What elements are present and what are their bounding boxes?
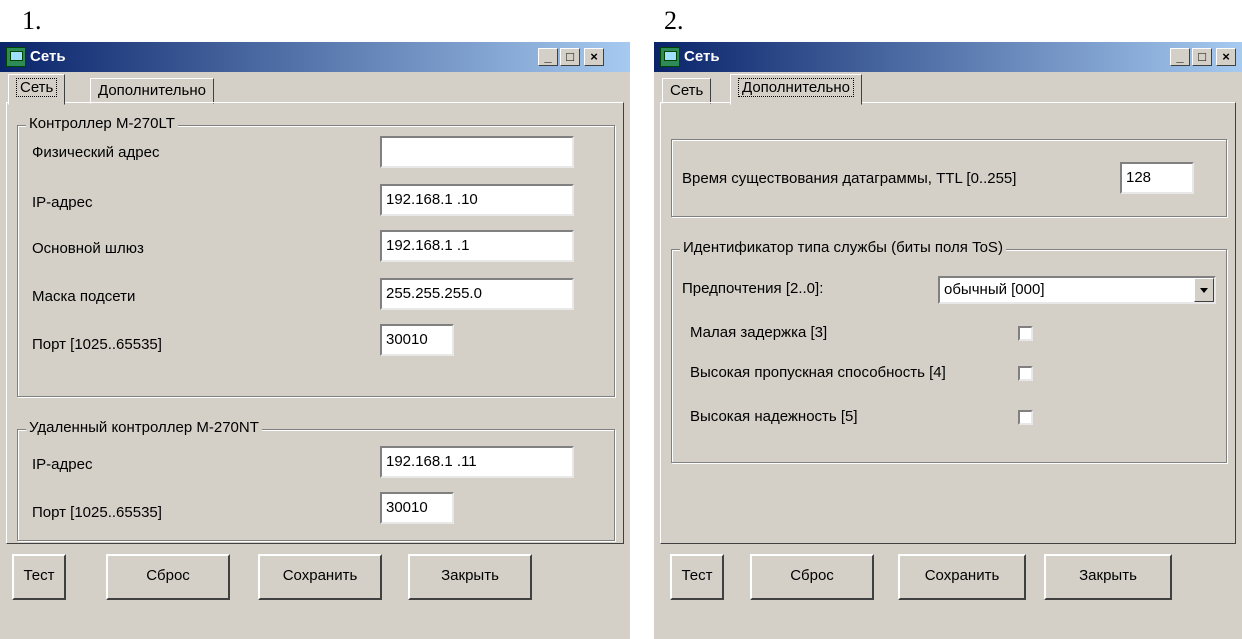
- tab-network[interactable]: Сеть: [8, 74, 66, 105]
- tab-label: Сеть: [670, 82, 704, 99]
- ttl-group: Время существования датаграммы, TTL [0..…: [671, 139, 1227, 217]
- tab-label: Дополнительно: [98, 82, 206, 99]
- tab-page-advanced: Время существования датаграммы, TTL [0..…: [660, 102, 1236, 544]
- low-delay-label: Малая задержка [3]: [690, 324, 828, 341]
- high-throughput-checkbox[interactable]: [1018, 366, 1033, 381]
- gateway-label: Основной шлюз: [32, 240, 144, 257]
- precedence-value: обычный [000]: [944, 281, 1045, 298]
- mac-address-field[interactable]: [380, 136, 574, 168]
- tab-network[interactable]: Сеть: [662, 78, 712, 104]
- group-title: Удаленный контроллер М-270NT: [26, 419, 262, 436]
- network-app-icon: [660, 47, 680, 67]
- mac-address-label: Физический адрес: [32, 144, 160, 161]
- test-button[interactable]: Тест: [12, 554, 66, 600]
- tab-label: Дополнительно: [738, 78, 854, 97]
- network-window-2: Сеть _ □ × Сеть Дополнительно Время суще…: [654, 42, 1242, 639]
- close-button[interactable]: Закрыть: [1044, 554, 1172, 600]
- remote-ip-address-label: IP-адрес: [32, 456, 93, 473]
- reset-button[interactable]: Сброс: [750, 554, 874, 600]
- save-button[interactable]: Сохранить: [258, 554, 382, 600]
- network-window-1: Сеть _ □ × Сеть Дополнительно Контроллер…: [0, 42, 630, 639]
- network-app-icon: [6, 47, 26, 67]
- tos-group: Идентификатор типа службы (биты поля ToS…: [671, 239, 1227, 463]
- remote-controller-group: Удаленный контроллер М-270NT IP-адрес 19…: [17, 419, 615, 541]
- window-title: Сеть: [30, 48, 66, 65]
- panel-label-1: 1.: [22, 6, 42, 35]
- group-title: Контроллер М-270LT: [26, 115, 178, 132]
- group-title: Идентификатор типа службы (биты поля ToS…: [680, 239, 1006, 256]
- remote-port-field[interactable]: 30010: [380, 492, 454, 524]
- title-bar[interactable]: Сеть _ □ ×: [654, 42, 1242, 72]
- tab-page-network: Контроллер М-270LT Физический адрес IP-а…: [6, 102, 624, 544]
- ip-address-field[interactable]: 192.168.1 .10: [380, 184, 574, 216]
- low-delay-checkbox[interactable]: [1018, 326, 1033, 341]
- precedence-label: Предпочтения [2..0]:: [682, 280, 824, 297]
- port-field[interactable]: 30010: [380, 324, 454, 356]
- subnet-mask-field[interactable]: 255.255.255.0: [380, 278, 574, 310]
- high-throughput-label: Высокая пропускная способность [4]: [690, 364, 946, 381]
- chevron-down-icon[interactable]: [1194, 278, 1214, 302]
- maximize-icon[interactable]: □: [1192, 48, 1212, 66]
- remote-ip-address-field[interactable]: 192.168.1 .11: [380, 446, 574, 478]
- subnet-mask-label: Маска подсети: [32, 288, 136, 305]
- window-title: Сеть: [684, 48, 720, 65]
- ip-address-label: IP-адрес: [32, 194, 93, 211]
- tab-advanced[interactable]: Дополнительно: [730, 74, 862, 105]
- minimize-icon[interactable]: _: [1170, 48, 1190, 66]
- high-reliability-label: Высокая надежность [5]: [690, 408, 858, 425]
- high-reliability-checkbox[interactable]: [1018, 410, 1033, 425]
- close-icon[interactable]: ×: [584, 48, 604, 66]
- close-button[interactable]: Закрыть: [408, 554, 532, 600]
- tab-label: Сеть: [16, 78, 58, 97]
- title-bar[interactable]: Сеть _ □ ×: [0, 42, 630, 72]
- panel-label-2: 2.: [664, 6, 684, 35]
- precedence-select[interactable]: обычный [000]: [938, 276, 1216, 304]
- controller-group: Контроллер М-270LT Физический адрес IP-а…: [17, 115, 615, 397]
- ttl-label: Время существования датаграммы, TTL [0..…: [682, 170, 1017, 187]
- gateway-field[interactable]: 192.168.1 .1: [380, 230, 574, 262]
- ttl-field[interactable]: 128: [1120, 162, 1194, 194]
- close-icon[interactable]: ×: [1216, 48, 1236, 66]
- save-button[interactable]: Сохранить: [898, 554, 1026, 600]
- reset-button[interactable]: Сброс: [106, 554, 230, 600]
- minimize-icon[interactable]: _: [538, 48, 558, 66]
- port-label: Порт [1025..65535]: [32, 336, 162, 353]
- maximize-icon[interactable]: □: [560, 48, 580, 66]
- remote-port-label: Порт [1025..65535]: [32, 504, 162, 521]
- tab-advanced[interactable]: Дополнительно: [90, 78, 214, 104]
- test-button[interactable]: Тест: [670, 554, 724, 600]
